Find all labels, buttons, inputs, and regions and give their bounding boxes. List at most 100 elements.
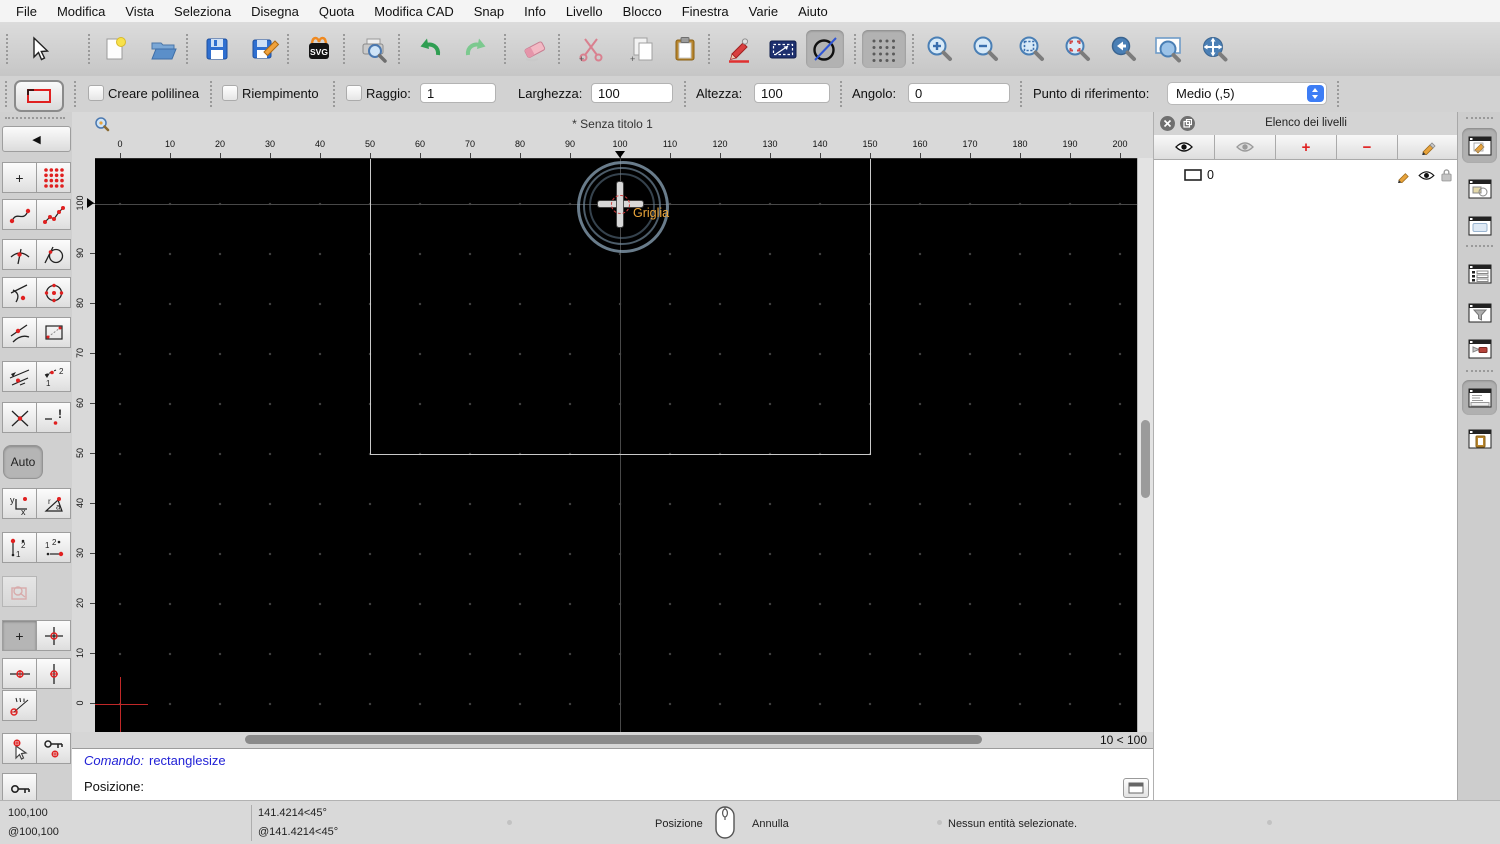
show-all-layers-button[interactable] bbox=[1154, 135, 1215, 159]
palette-back-button[interactable]: ◀ bbox=[2, 126, 71, 152]
radius-checkbox[interactable] bbox=[346, 85, 362, 101]
horizontal-scrollbar-thumb[interactable] bbox=[245, 735, 982, 744]
add-layer-button[interactable]: + bbox=[1276, 135, 1337, 159]
pan-button[interactable] bbox=[1196, 30, 1234, 68]
svg-export-button[interactable]: SVG bbox=[300, 30, 338, 68]
menu-disegna[interactable]: Disegna bbox=[241, 4, 309, 19]
snap-points-button[interactable] bbox=[36, 199, 71, 230]
reference-point-select[interactable]: Medio (,5) bbox=[1167, 82, 1327, 105]
menu-blocco[interactable]: Blocco bbox=[613, 4, 672, 19]
layer-lock-icon[interactable] bbox=[1441, 168, 1452, 182]
layers-panel-toggle-button[interactable] bbox=[1462, 128, 1497, 163]
zoom-auto-button[interactable] bbox=[1012, 30, 1050, 68]
snap-on-entity-button[interactable] bbox=[2, 277, 37, 308]
menu-vista[interactable]: Vista bbox=[115, 4, 164, 19]
grid-toggle-button[interactable] bbox=[862, 30, 906, 68]
lock-relative-zero-button[interactable] bbox=[36, 733, 71, 764]
open-document-button[interactable] bbox=[144, 30, 182, 68]
coordinate-polar-button[interactable]: ra bbox=[36, 488, 71, 519]
layer-visibility-eye-icon[interactable] bbox=[1418, 170, 1435, 181]
snap-grid-button[interactable] bbox=[36, 162, 71, 193]
order-y-first-button[interactable]: 12 bbox=[36, 532, 71, 563]
set-position-button[interactable] bbox=[2, 733, 37, 764]
menu-info[interactable]: Info bbox=[514, 4, 556, 19]
vertical-scrollbar-thumb[interactable] bbox=[1141, 420, 1150, 498]
menu-varie[interactable]: Varie bbox=[739, 4, 788, 19]
copy-button[interactable]: + bbox=[624, 30, 662, 68]
menu-quota[interactable]: Quota bbox=[309, 4, 364, 19]
zoom-selection-button[interactable] bbox=[1058, 30, 1096, 68]
zoom-in-button[interactable] bbox=[920, 30, 958, 68]
snap-auto-button[interactable]: Auto bbox=[3, 445, 43, 479]
create-polyline-checkbox[interactable] bbox=[88, 85, 104, 101]
document-titlebar[interactable]: * Senza titolo 1 bbox=[72, 112, 1153, 137]
snap-distance-1-button[interactable] bbox=[2, 361, 37, 392]
width-input[interactable] bbox=[591, 83, 673, 103]
zoom-previous-button[interactable] bbox=[1104, 30, 1142, 68]
menu-seleziona[interactable]: Seleziona bbox=[164, 4, 241, 19]
height-input[interactable] bbox=[754, 83, 830, 103]
drawing-canvas[interactable]: Griglia bbox=[95, 158, 1137, 733]
cut-button[interactable]: + bbox=[572, 30, 610, 68]
edit-layer-button[interactable] bbox=[1398, 135, 1458, 159]
snap-tangential-button[interactable] bbox=[36, 239, 71, 270]
command-line[interactable]: Comando: rectanglesize bbox=[72, 748, 1153, 775]
restrict-off-button[interactable]: + bbox=[2, 620, 37, 651]
new-document-button[interactable] bbox=[96, 30, 134, 68]
toggle-command-window-button[interactable] bbox=[1123, 778, 1149, 798]
layer-row[interactable]: 0 bbox=[1154, 165, 1458, 185]
menu-livello[interactable]: Livello bbox=[556, 4, 613, 19]
order-x-first-button[interactable]: 12 bbox=[2, 532, 37, 563]
restrict-angle-button[interactable] bbox=[2, 690, 37, 721]
library-panel-toggle-button[interactable] bbox=[1462, 208, 1497, 243]
snap-free-button[interactable]: + bbox=[2, 162, 37, 193]
restrict-horizontal-button[interactable] bbox=[2, 658, 37, 689]
view-panel-toggle-button[interactable] bbox=[1462, 331, 1497, 366]
redo-button[interactable] bbox=[458, 30, 496, 68]
layer-edit-pencil-icon[interactable] bbox=[1396, 168, 1411, 183]
selection-tool-button[interactable] bbox=[764, 30, 802, 68]
restrict-vertical-button[interactable] bbox=[36, 658, 71, 689]
snap-perpendicular-button[interactable] bbox=[2, 239, 37, 270]
snap-middle-button[interactable] bbox=[2, 317, 37, 348]
menu-snap[interactable]: Snap bbox=[464, 4, 514, 19]
draw-pencil-button[interactable] bbox=[720, 30, 758, 68]
save-button[interactable] bbox=[198, 30, 236, 68]
vertical-scrollbar[interactable] bbox=[1137, 158, 1154, 732]
menu-modifica-cad[interactable]: Modifica CAD bbox=[364, 4, 463, 19]
remove-layer-button[interactable]: − bbox=[1337, 135, 1398, 159]
undo-button[interactable] bbox=[410, 30, 448, 68]
command-line-panel-toggle-button[interactable] bbox=[1462, 380, 1497, 415]
selection-filter-panel-toggle-button[interactable] bbox=[1462, 295, 1497, 330]
snap-endpoints-button[interactable] bbox=[2, 199, 37, 230]
hide-all-layers-button[interactable] bbox=[1215, 135, 1276, 159]
menu-aiuto[interactable]: Aiuto bbox=[788, 4, 838, 19]
snap-intersection-button[interactable] bbox=[2, 402, 37, 433]
zoom-window-button[interactable] bbox=[1150, 30, 1188, 68]
clipboard-panel-toggle-button[interactable] bbox=[1462, 421, 1497, 456]
rectangle-size-tool-button[interactable] bbox=[14, 80, 64, 112]
ellipse-tool-button[interactable] bbox=[806, 30, 844, 68]
save-as-button[interactable] bbox=[246, 30, 284, 68]
restrict-orthogonal-button[interactable] bbox=[36, 620, 71, 651]
coordinate-cartesian-button[interactable]: yx bbox=[2, 488, 37, 519]
snap-center-button[interactable] bbox=[36, 277, 71, 308]
menu-finestra[interactable]: Finestra bbox=[672, 4, 739, 19]
paste-button[interactable] bbox=[666, 30, 704, 68]
print-preview-button[interactable] bbox=[355, 30, 393, 68]
zoom-out-button[interactable] bbox=[966, 30, 1004, 68]
snap-distance-2-button[interactable]: 21 bbox=[36, 361, 71, 392]
menu-file[interactable]: File bbox=[6, 4, 47, 19]
fill-checkbox[interactable] bbox=[222, 85, 238, 101]
snap-intersection-manual-button[interactable]: ! bbox=[36, 402, 71, 433]
snap-disabled-tool-button[interactable] bbox=[2, 576, 37, 607]
angle-input[interactable] bbox=[908, 83, 1010, 103]
radius-input[interactable] bbox=[420, 83, 496, 103]
property-list-panel-toggle-button[interactable] bbox=[1462, 256, 1497, 291]
menu-modifica[interactable]: Modifica bbox=[47, 4, 115, 19]
command-input-row[interactable]: Posizione: bbox=[72, 774, 1153, 800]
eraser-button[interactable] bbox=[516, 30, 554, 68]
blocks-panel-toggle-button[interactable] bbox=[1462, 171, 1497, 206]
snap-reference-button[interactable] bbox=[36, 317, 71, 348]
horizontal-scrollbar[interactable]: 10 < 100 bbox=[72, 732, 1153, 748]
